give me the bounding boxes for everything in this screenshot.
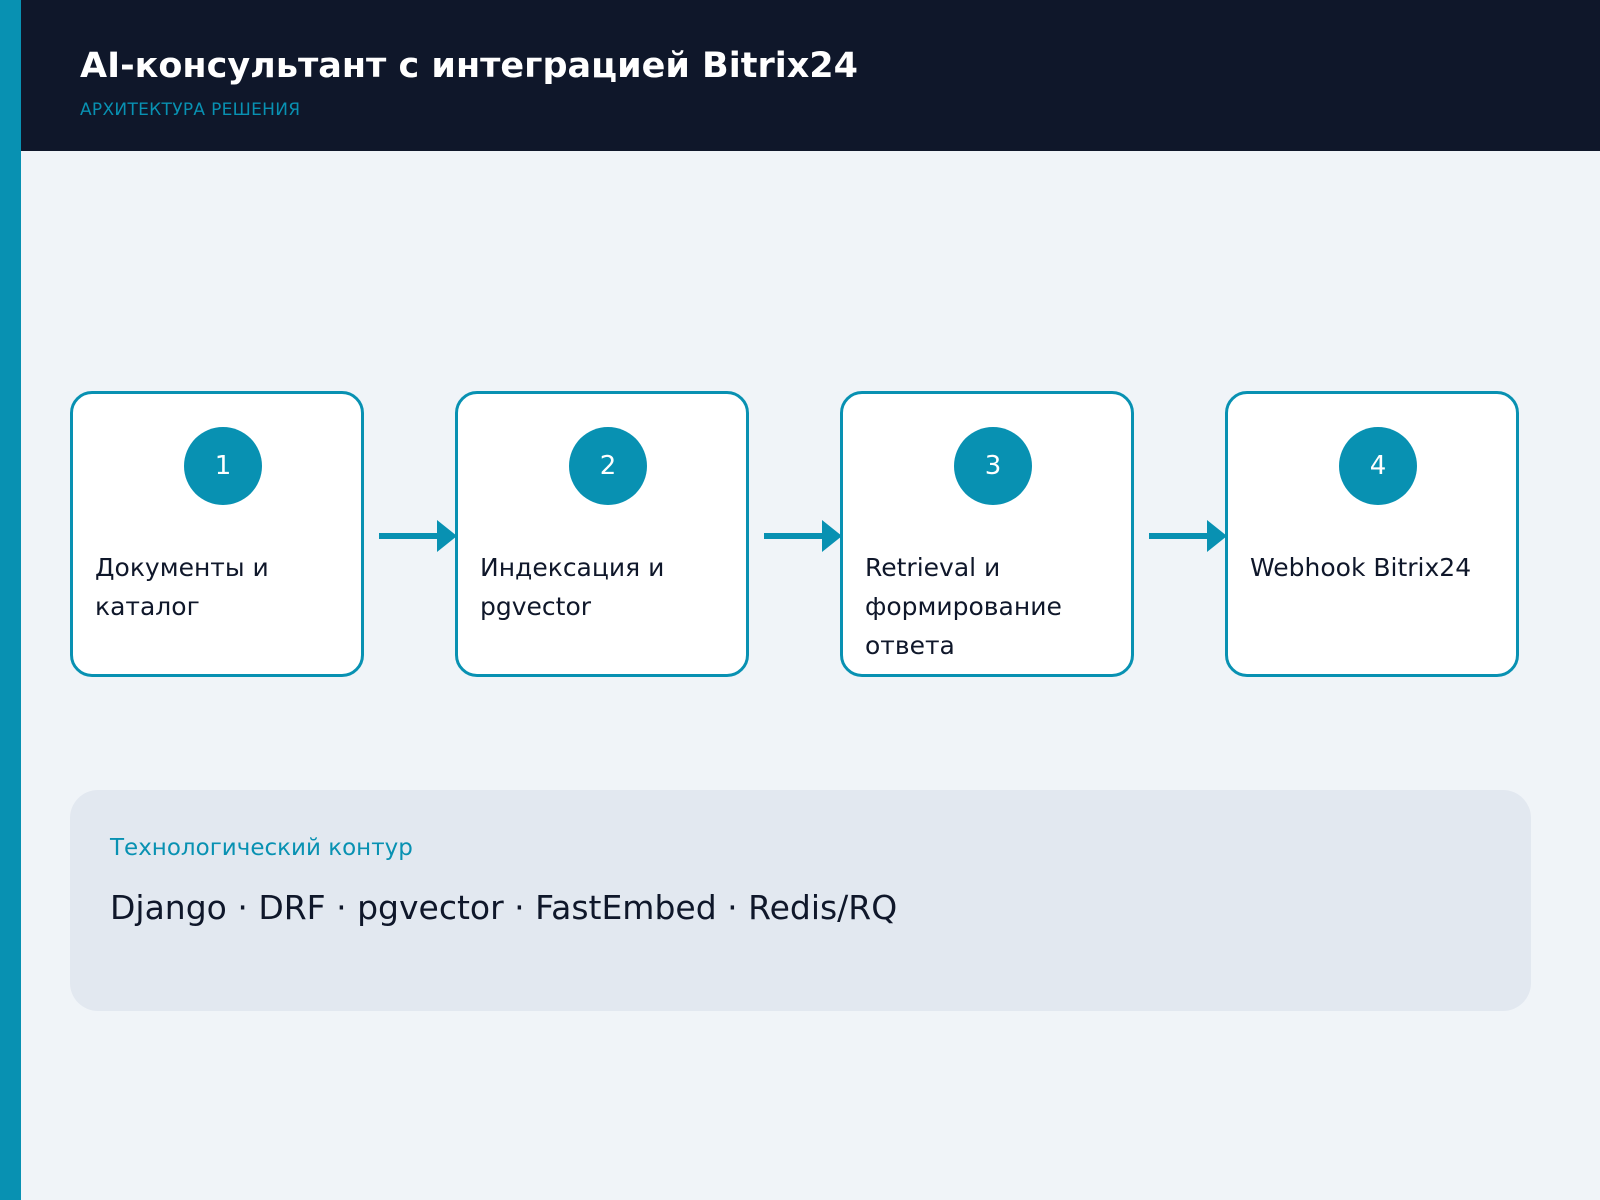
step-number-badge: 3 xyxy=(954,427,1032,505)
tech-stack-list: Django · DRF · pgvector · FastEmbed · Re… xyxy=(110,888,898,927)
step-card-4: 4 Webhook Bitrix24 xyxy=(1225,391,1519,677)
page-subtitle: АРХИТЕКТУРА РЕШЕНИЯ xyxy=(80,100,301,120)
step-number-badge: 4 xyxy=(1339,427,1417,505)
step-number-badge: 1 xyxy=(184,427,262,505)
page-title: AI-консультант с интеграцией Bitrix24 xyxy=(80,46,858,86)
step-card-2: 2 Индексация и pgvector xyxy=(455,391,749,677)
step-title: Документы и каталог xyxy=(95,553,269,621)
tech-stack-panel: Технологический контур Django · DRF · pg… xyxy=(70,790,1531,1011)
step-title: Webhook Bitrix24 xyxy=(1250,553,1472,582)
step-card-3: 3 Retrieval и формирование ответа xyxy=(840,391,1134,677)
arrow-right-icon xyxy=(1149,520,1227,552)
arrow-right-icon xyxy=(764,520,842,552)
step-title: Индексация и pgvector xyxy=(480,553,665,621)
arrow-right-icon xyxy=(379,520,457,552)
page-header: AI-консультант с интеграцией Bitrix24 АР… xyxy=(21,0,1600,151)
step-card-1: 1 Документы и каталог xyxy=(70,391,364,677)
left-accent-bar xyxy=(0,0,21,1200)
tech-stack-label: Технологический контур xyxy=(110,835,413,861)
step-title: Retrieval и формирование ответа xyxy=(865,553,1062,660)
step-number-badge: 2 xyxy=(569,427,647,505)
